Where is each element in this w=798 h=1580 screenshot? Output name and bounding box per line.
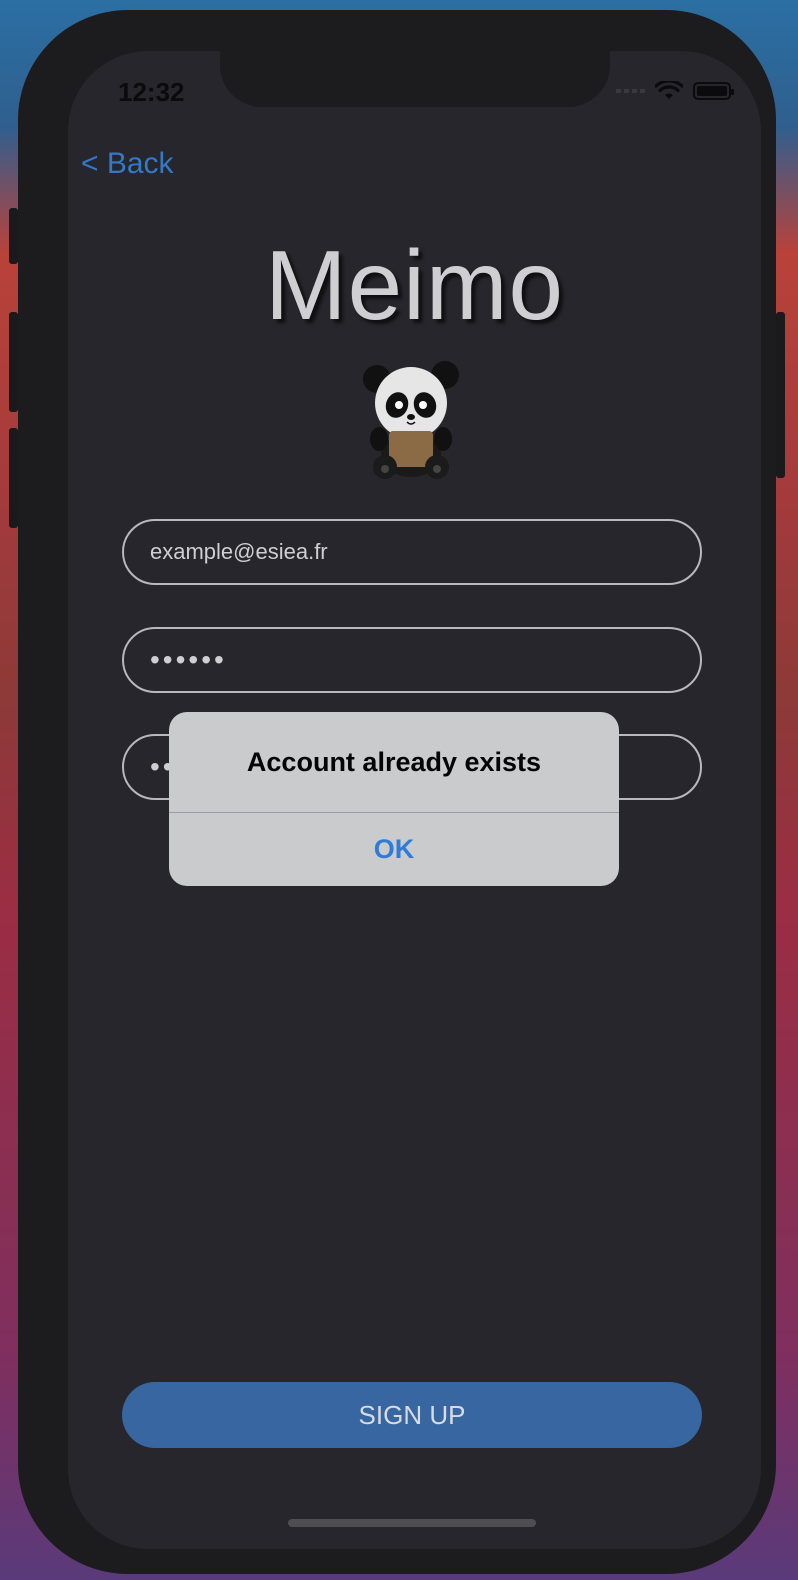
alert-title: Account already exists [246, 746, 542, 777]
alert-dialog: Account already exists OK [169, 712, 619, 886]
cellular-signal-icon [616, 89, 645, 93]
alert-ok-button[interactable]: OK [169, 813, 619, 886]
mute-switch [9, 208, 18, 264]
notch [220, 51, 610, 107]
app-title: Meimo [264, 230, 565, 340]
status-icons [616, 81, 734, 101]
volume-down-button [9, 428, 18, 528]
volume-up-button [9, 312, 18, 412]
home-indicator [288, 1519, 536, 1527]
wifi-icon [655, 81, 683, 99]
back-button[interactable]: < Back [81, 147, 174, 181]
status-time: 12:32 [118, 77, 185, 107]
sign-up-button[interactable]: SIGN UP [122, 1382, 702, 1448]
panda-logo-icon [363, 361, 459, 479]
password-field[interactable]: •••••• [122, 627, 702, 693]
email-field[interactable]: example@esiea.fr [122, 519, 702, 585]
power-button [776, 312, 785, 478]
battery-icon [693, 82, 734, 100]
